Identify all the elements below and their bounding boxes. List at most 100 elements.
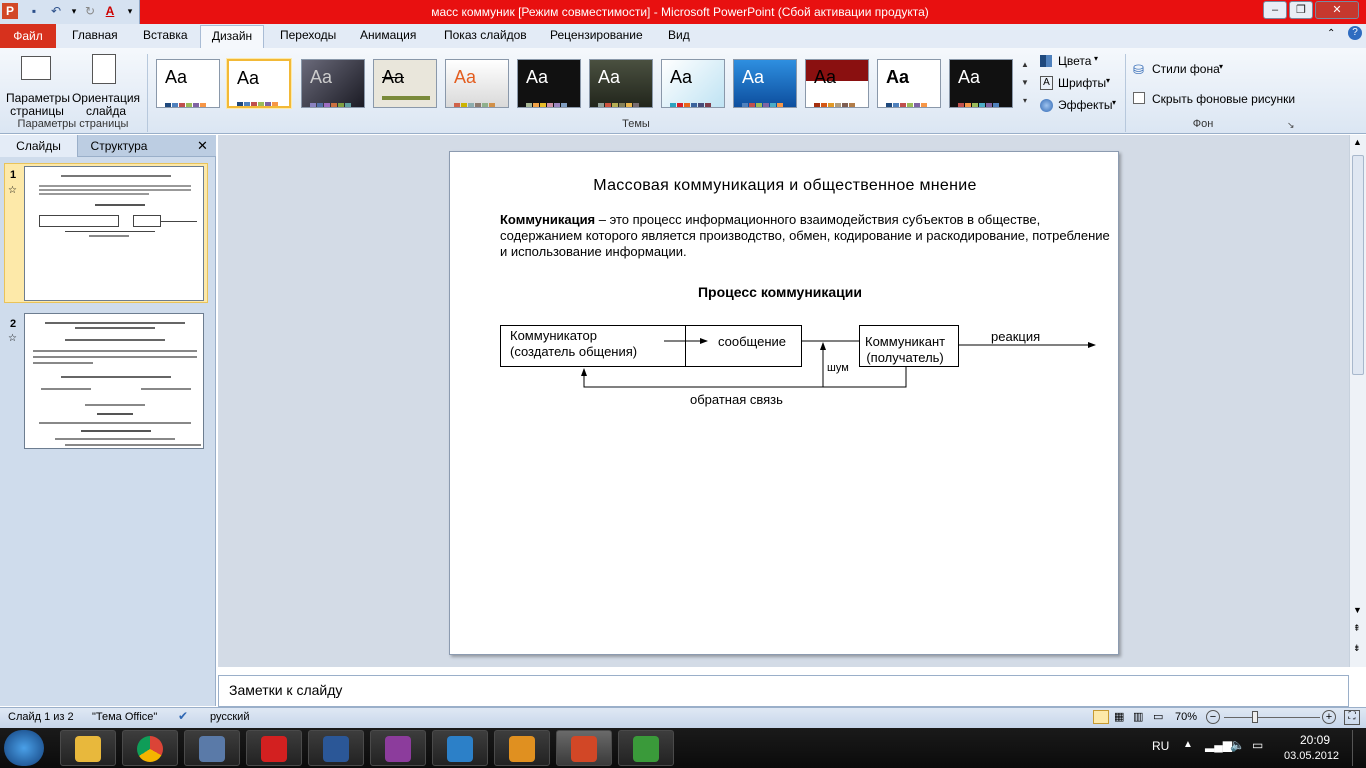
- minimize-button[interactable]: –: [1263, 1, 1287, 19]
- theme-black[interactable]: Aa: [517, 59, 581, 108]
- dialog-launcher-icon[interactable]: ↘: [1287, 120, 1295, 131]
- chrome-icon: [137, 736, 163, 762]
- fit-to-window-icon[interactable]: ⛶: [1344, 710, 1360, 725]
- battery-icon[interactable]: ▭: [1252, 738, 1263, 752]
- tab-slides[interactable]: Слайды: [0, 135, 78, 157]
- theme-black-2[interactable]: Aa: [949, 59, 1013, 108]
- powerpoint-app-icon[interactable]: P: [2, 3, 18, 19]
- scroll-down-icon[interactable]: ▼: [1353, 605, 1362, 615]
- theme-blue[interactable]: Aa: [733, 59, 797, 108]
- hide-background-label: Скрыть фоновые рисунки: [1152, 92, 1296, 106]
- show-desktop-button[interactable]: [1352, 730, 1364, 766]
- background-styles-button[interactable]: ⛁ Стили фона ▾: [1133, 61, 1243, 79]
- zoom-in-icon[interactable]: +: [1322, 710, 1336, 724]
- taskbar-winrar[interactable]: [370, 730, 426, 766]
- help-icon[interactable]: ?: [1348, 26, 1362, 40]
- taskbar-app-butterfly-2[interactable]: [618, 730, 674, 766]
- language-indicator[interactable]: RU: [1152, 739, 1169, 753]
- folder-icon: [75, 736, 101, 762]
- notes-pane[interactable]: Заметки к слайду: [218, 675, 1349, 707]
- theme-gallery-scroll[interactable]: ▲ ▼ ▾: [1018, 56, 1032, 112]
- taskbar-chrome[interactable]: [122, 730, 178, 766]
- tab-design[interactable]: Дизайн: [200, 25, 264, 49]
- theme-orange[interactable]: Aa: [445, 59, 509, 108]
- redo-icon[interactable]: ↻: [82, 3, 98, 19]
- font-color-icon[interactable]: A: [102, 3, 118, 19]
- zoom-level[interactable]: 70%: [1175, 711, 1197, 723]
- windows-taskbar: RU ▲ ▂▄▆ 🔈 ▭ 20:09 03.05.2012: [0, 728, 1366, 768]
- taskbar-network[interactable]: [184, 730, 240, 766]
- tray-expand-icon[interactable]: ▲: [1183, 739, 1193, 750]
- taskbar-app-butterfly[interactable]: [494, 730, 550, 766]
- theme-dark-gradient[interactable]: Aa: [301, 59, 365, 108]
- page-setup-button[interactable]: Параметры страницы: [4, 52, 70, 118]
- theme-current[interactable]: Aa: [227, 59, 291, 108]
- signal-icon[interactable]: ▂▄▆: [1205, 738, 1232, 752]
- tab-file[interactable]: Файл: [0, 24, 56, 48]
- close-button[interactable]: ✕: [1315, 1, 1359, 19]
- spellcheck-icon[interactable]: ✔: [178, 709, 188, 723]
- theme-office[interactable]: Aa: [156, 59, 220, 108]
- tab-slideshow[interactable]: Показ слайдов: [444, 28, 527, 42]
- effects-button[interactable]: Эффекты ▾: [1040, 97, 1120, 115]
- tab-home[interactable]: Главная: [72, 28, 118, 42]
- scroll-up-icon[interactable]: ▲: [1353, 137, 1362, 147]
- slide-canvas[interactable]: Массовая коммуникация и общественное мне…: [449, 151, 1119, 655]
- theme-preview-glyph: Aa: [382, 67, 405, 87]
- tab-animation[interactable]: Анимация: [360, 28, 416, 42]
- volume-icon[interactable]: 🔈: [1230, 738, 1245, 752]
- reading-view-icon[interactable]: ▥: [1133, 710, 1143, 723]
- dropdown-arrow-icon: ▾: [1094, 54, 1099, 63]
- tab-transitions[interactable]: Переходы: [280, 28, 336, 42]
- slide-orientation-button[interactable]: Ориентация слайда: [70, 52, 142, 118]
- zoom-slider[interactable]: [1224, 717, 1320, 718]
- taskbar-word[interactable]: [308, 730, 364, 766]
- theme-red[interactable]: Aa: [805, 59, 869, 108]
- hide-background-graphics[interactable]: Скрыть фоновые рисунки: [1133, 90, 1296, 108]
- theme-olive[interactable]: Aa: [589, 59, 653, 108]
- theme-name[interactable]: "Тема Office": [92, 711, 157, 723]
- start-button[interactable]: [4, 730, 44, 766]
- tab-review[interactable]: Рецензирование: [550, 28, 643, 42]
- next-slide-icon[interactable]: ⇟: [1353, 643, 1361, 654]
- maximize-button[interactable]: ❐: [1289, 1, 1313, 19]
- taskbar-finereader[interactable]: [246, 730, 302, 766]
- customize-toolbar-icon[interactable]: ▾: [122, 3, 138, 19]
- undo-icon[interactable]: ↶: [48, 3, 64, 19]
- orientation-icon: [92, 54, 116, 84]
- slide-sorter-icon[interactable]: ▦: [1114, 710, 1124, 723]
- tab-view[interactable]: Вид: [668, 28, 690, 42]
- previous-slide-icon[interactable]: ⇞: [1353, 623, 1361, 634]
- theme-paper[interactable]: Aa: [373, 59, 437, 108]
- colors-button[interactable]: Цвета ▾: [1040, 53, 1120, 71]
- minimize-ribbon-icon[interactable]: ⌃: [1327, 28, 1335, 39]
- dropdown-arrow-icon: ▾: [1219, 62, 1224, 71]
- slideshow-view-icon[interactable]: ▭: [1153, 710, 1163, 723]
- hide-background-checkbox[interactable]: [1133, 92, 1145, 104]
- theme-preview-glyph: Aa: [526, 67, 549, 87]
- clock-date[interactable]: 03.05.2012: [1284, 750, 1339, 762]
- theme-light-blue[interactable]: Aa: [661, 59, 725, 108]
- zoom-out-icon[interactable]: −: [1206, 710, 1220, 724]
- theme-bold[interactable]: Aa: [877, 59, 941, 108]
- slide-thumb-1[interactable]: [24, 166, 204, 301]
- fonts-button[interactable]: A Шрифты ▾: [1040, 75, 1120, 93]
- zoom-slider-thumb[interactable]: [1252, 711, 1258, 723]
- scroll-thumb[interactable]: [1352, 155, 1364, 375]
- archive-icon: [385, 736, 411, 762]
- slide-thumb-2[interactable]: [24, 313, 204, 449]
- save-icon[interactable]: ▪: [26, 3, 42, 19]
- clock-time[interactable]: 20:09: [1300, 733, 1330, 747]
- vertical-scrollbar[interactable]: ▲ ▼ ⇞ ⇟: [1349, 135, 1366, 667]
- taskbar-powerpoint[interactable]: [556, 730, 612, 766]
- undo-dropdown-icon[interactable]: ▾: [66, 3, 82, 19]
- language[interactable]: русский: [210, 711, 249, 723]
- feedback-label: обратная связь: [690, 392, 783, 407]
- taskbar-explorer[interactable]: [60, 730, 116, 766]
- close-pane-icon[interactable]: ✕: [197, 138, 208, 154]
- normal-view-icon[interactable]: [1093, 710, 1109, 724]
- ribbon: Параметры страницы Ориентация слайда Пар…: [0, 48, 1366, 134]
- tab-outline[interactable]: Структура: [80, 135, 158, 157]
- tab-insert[interactable]: Вставка: [143, 28, 188, 42]
- taskbar-media[interactable]: [432, 730, 488, 766]
